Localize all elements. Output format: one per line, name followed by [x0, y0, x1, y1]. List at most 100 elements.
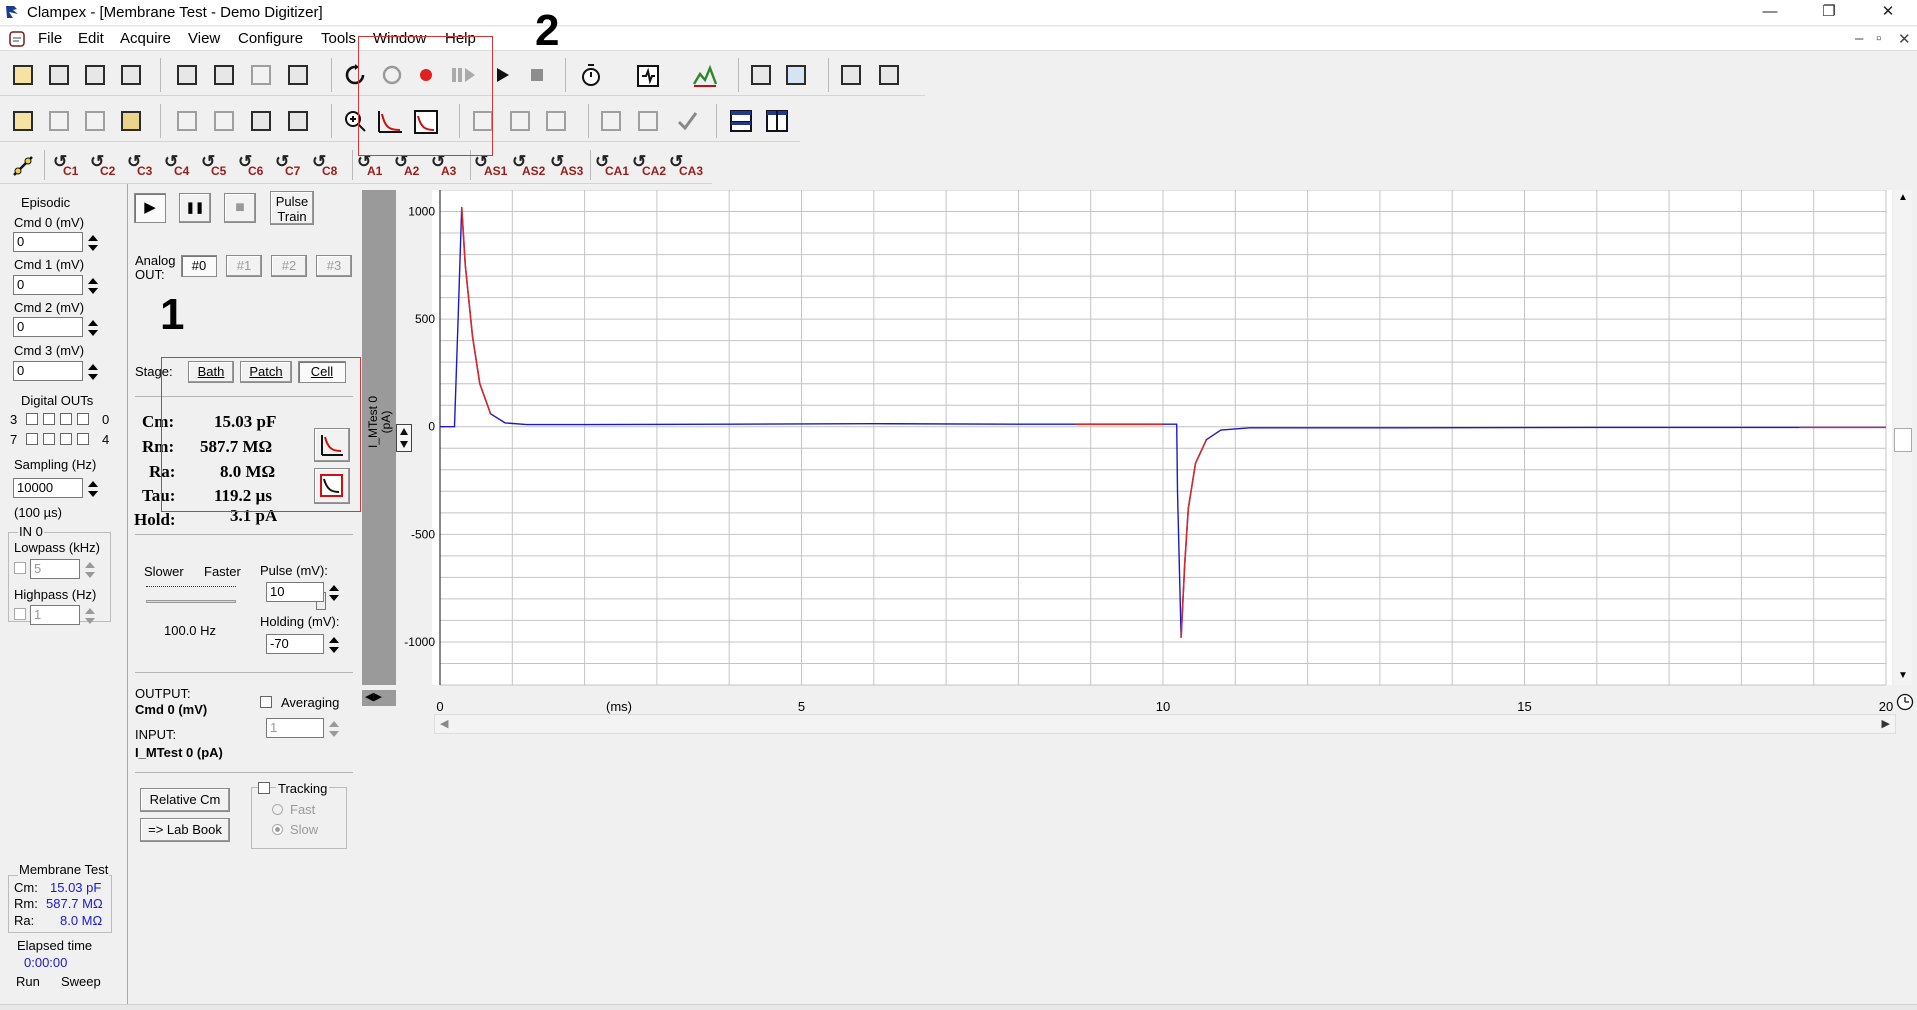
scroll-right-arrow-icon[interactable]: ▶ [1882, 717, 1890, 730]
mdi-minimize-button[interactable]: – [1855, 30, 1863, 47]
spin-arrows-icon[interactable] [86, 479, 100, 499]
lowpass-spinbox[interactable]: 5 [30, 559, 95, 579]
membrane-test-plot[interactable]: -1000 -500 0 500 1000 0 5 10 15 20 (ms) [396, 190, 1916, 720]
analysis-window-button[interactable] [746, 60, 776, 90]
tracking-checkbox[interactable] [258, 782, 270, 794]
macro-as2-button[interactable]: ↺ AS2 [511, 151, 545, 181]
scroll-left-arrow-icon[interactable]: ◀ [440, 717, 448, 730]
averaging-spinbox[interactable]: 1 [266, 718, 339, 738]
spin-arrows-icon[interactable] [83, 606, 97, 626]
seal-test-button[interactable] [576, 60, 606, 90]
vertical-scroll-thumb[interactable] [1894, 428, 1912, 452]
telegraph-button[interactable] [836, 60, 866, 90]
spin-arrows-icon[interactable] [327, 719, 341, 739]
analog-out-2-button[interactable]: #2 [271, 255, 307, 277]
lowpass-checkbox[interactable] [14, 562, 26, 574]
resize-button[interactable] [633, 106, 663, 136]
macro-ca2-button[interactable]: ↺ CA2 [631, 151, 666, 181]
lab-bench-button[interactable] [172, 60, 202, 90]
digital-out-2-checkbox[interactable] [43, 413, 55, 425]
redo-zoom-button[interactable] [541, 106, 571, 136]
edit-button[interactable] [596, 106, 626, 136]
macro-as3-button[interactable]: ↺ AS3 [549, 151, 583, 181]
cmd1-spinbox[interactable]: 0 [13, 275, 98, 295]
mt-play-button[interactable]: ▶ [134, 193, 166, 223]
menu-acquire[interactable]: Acquire [120, 30, 171, 47]
results-button[interactable] [209, 60, 239, 90]
restore-button[interactable]: ❐ [1806, 0, 1852, 26]
spin-arrows-icon[interactable] [83, 560, 97, 580]
tile-horizontal-button[interactable] [726, 106, 756, 136]
highpass-spinbox[interactable]: 1 [30, 605, 95, 625]
digital-out-6-checkbox[interactable] [43, 433, 55, 445]
digitizer-button[interactable] [874, 60, 904, 90]
close-file-button[interactable] [44, 106, 74, 136]
sampling-spinbox[interactable]: 10000 [13, 478, 98, 498]
macro-c5-button[interactable]: ↺ C5 [200, 151, 232, 181]
scroll-down-icon[interactable]: ▼ [1898, 670, 1908, 681]
save-data-button[interactable] [44, 60, 74, 90]
macro-ca3-button[interactable]: ↺ CA3 [668, 151, 703, 181]
open-data-button[interactable] [8, 60, 38, 90]
digital-out-1-checkbox[interactable] [60, 413, 72, 425]
spin-arrows-icon[interactable] [327, 635, 341, 655]
mdi-close-button[interactable]: ✕ [1898, 30, 1911, 48]
cmd0-spinbox[interactable]: 0 [13, 232, 98, 252]
print-preview-button[interactable] [283, 106, 313, 136]
cmd2-spinbox[interactable]: 0 [13, 317, 98, 337]
paste-button[interactable] [209, 106, 239, 136]
minimize-button[interactable]: — [1747, 0, 1793, 26]
export-button[interactable] [80, 106, 110, 136]
undo-zoom-button[interactable] [505, 106, 535, 136]
copy-button[interactable] [172, 106, 202, 136]
scope-button[interactable] [689, 60, 719, 90]
digital-out-3-checkbox[interactable] [26, 413, 38, 425]
statistics-button[interactable] [246, 60, 276, 90]
close-button[interactable]: ✕ [1865, 0, 1911, 26]
menu-edit[interactable]: Edit [78, 30, 104, 47]
holding-spinbox[interactable]: -70 [266, 634, 339, 654]
digital-out-4-checkbox[interactable] [77, 433, 89, 445]
link-button[interactable] [8, 151, 38, 181]
relative-cm-button[interactable]: Relative Cm [140, 788, 230, 812]
mt-pause-button[interactable]: ❚❚ [179, 193, 211, 223]
scope-window-button[interactable] [781, 60, 811, 90]
macro-c2-button[interactable]: ↺ C2 [89, 151, 121, 181]
sweep-rate-slider-track[interactable] [146, 600, 236, 603]
macro-c7-button[interactable]: ↺ C7 [274, 151, 306, 181]
scroll-up-icon[interactable]: ▲ [1898, 192, 1908, 203]
macro-c4-button[interactable]: ↺ C4 [163, 151, 195, 181]
menu-configure[interactable]: Configure [238, 30, 303, 47]
analog-out-3-button[interactable]: #3 [316, 255, 352, 277]
spin-arrows-icon[interactable] [86, 276, 100, 296]
membrane-test-button[interactable] [632, 60, 662, 90]
macro-c8-button[interactable]: ↺ C8 [311, 151, 343, 181]
menu-tools[interactable]: Tools [321, 30, 356, 47]
menu-view[interactable]: View [188, 30, 220, 47]
pulse-spinbox[interactable]: 10 [266, 582, 339, 602]
pulse-train-button[interactable]: Pulse Train [270, 191, 314, 225]
stop-button[interactable] [522, 60, 552, 90]
highpass-checkbox[interactable] [14, 608, 26, 620]
spin-arrows-icon[interactable] [327, 583, 341, 603]
open-protocol-button[interactable] [8, 106, 38, 136]
lab-book-button[interactable]: => Lab Book [140, 818, 230, 842]
spin-arrows-icon[interactable] [86, 233, 100, 253]
x-axis-scroll-buttons[interactable]: ◀▶ [362, 690, 396, 706]
slow-radio[interactable] [272, 824, 283, 835]
save-as-button[interactable] [80, 60, 110, 90]
macro-c6-button[interactable]: ↺ C6 [237, 151, 269, 181]
accept-button[interactable] [672, 106, 702, 136]
averaging-checkbox[interactable] [260, 696, 272, 708]
analog-out-1-button[interactable]: #1 [226, 255, 262, 277]
digital-out-7-checkbox[interactable] [26, 433, 38, 445]
horizontal-scrollbar[interactable]: ◀ ▶ [434, 714, 1896, 734]
digital-out-5-checkbox[interactable] [60, 433, 72, 445]
mdi-restore-button[interactable]: ▫ [1876, 30, 1881, 47]
analog-out-0-button[interactable]: #0 [181, 255, 217, 277]
menu-file[interactable]: File [38, 30, 62, 47]
macro-c1-button[interactable]: ↺ C1 [52, 151, 84, 181]
spin-arrows-icon[interactable] [86, 318, 100, 338]
mt-stop-button[interactable]: ■ [224, 193, 256, 223]
tile-vertical-button[interactable] [762, 106, 792, 136]
